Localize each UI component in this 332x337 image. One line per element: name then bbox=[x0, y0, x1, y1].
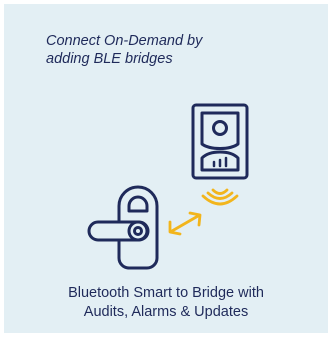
ble-bridge-icon bbox=[191, 103, 249, 180]
caption: Bluetooth Smart to Bridge with Audits, A… bbox=[0, 284, 332, 322]
bluetooth-signal-icon bbox=[201, 188, 239, 206]
door-lock-icon bbox=[87, 185, 159, 270]
caption-line-1: Bluetooth Smart to Bridge with bbox=[68, 285, 264, 301]
caption-line-2: Audits, Alarms & Updates bbox=[83, 304, 249, 320]
double-arrow-icon bbox=[168, 211, 202, 236]
